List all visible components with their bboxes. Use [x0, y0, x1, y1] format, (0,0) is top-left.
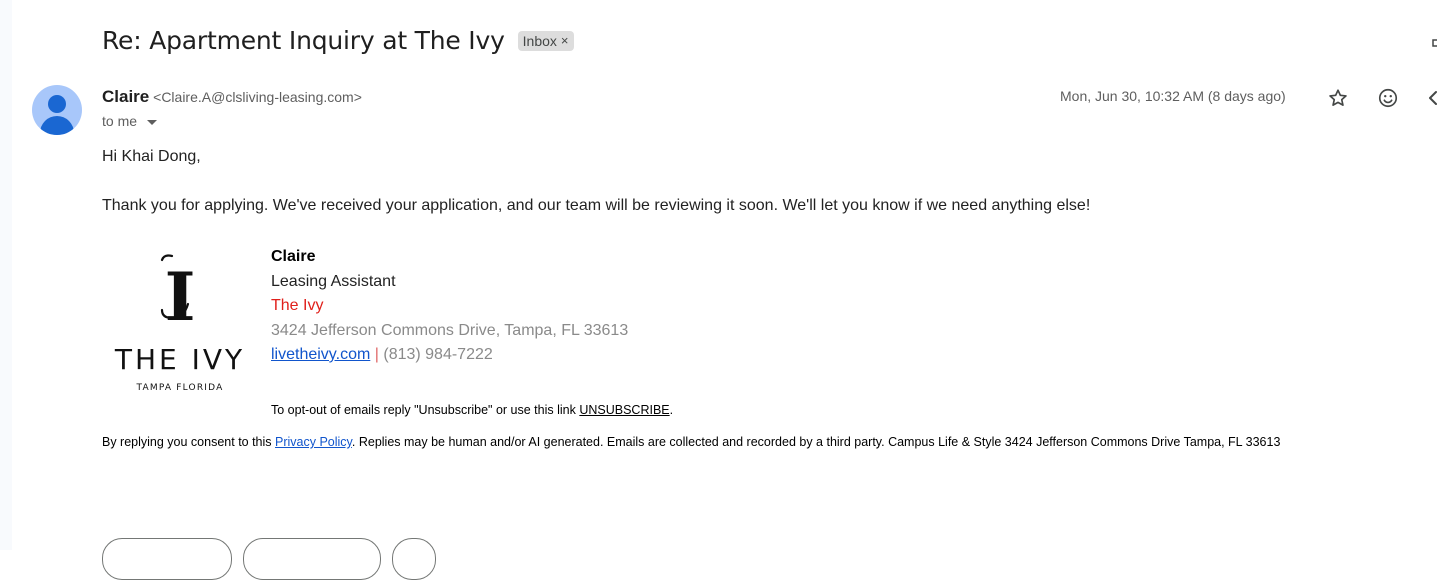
logo-main-text: THE IVY	[114, 343, 245, 376]
sender-row: Claire <Claire.A@clsliving-leasing.com>	[102, 87, 362, 107]
signature-name: Claire	[271, 248, 316, 265]
reply-icon[interactable]	[1428, 88, 1437, 108]
avatar-shoulders	[40, 116, 74, 135]
optout-notice: To opt-out of emails reply "Unsubscribe"…	[271, 403, 673, 417]
email-subject: Re: Apartment Inquiry at The Ivy	[102, 26, 505, 55]
reply-button[interactable]	[102, 538, 232, 580]
forward-button[interactable]	[243, 538, 381, 580]
optout-suffix: .	[669, 403, 674, 417]
inbox-label-text: Inbox	[522, 32, 557, 49]
star-button[interactable]	[1324, 84, 1352, 112]
email-paragraph: Thank you for applying. We've received y…	[102, 197, 1091, 214]
recipients-text: to me	[102, 113, 138, 129]
avatar-head	[48, 95, 66, 113]
left-rail	[0, 0, 12, 550]
consent-suffix: . Replies may be human and/or AI generat…	[351, 435, 1281, 449]
email-greeting: Hi Khai Dong,	[102, 148, 201, 165]
privacy-policy-link[interactable]: Privacy Policy	[275, 435, 352, 449]
contact-separator: |	[374, 346, 379, 363]
signature-contact: livetheivy.com | (813) 984-7222	[271, 343, 628, 368]
logo-monogram: I	[165, 258, 196, 336]
email-signature: Claire Leasing Assistant The Ivy 3424 Je…	[271, 245, 628, 368]
chevron-down-icon[interactable]	[147, 119, 158, 125]
inbox-label-chip[interactable]: Inbox ×	[517, 30, 574, 51]
signature-company: The Ivy	[271, 297, 324, 314]
email-date: Mon, Jun 30, 10:32 AM (8 days ago)	[1060, 88, 1286, 104]
sender-email: <Claire.A@clsliving-leasing.com>	[153, 89, 362, 105]
consent-text: By replying you consent to this	[102, 435, 276, 449]
logo-sub-text: TAMPA FLORIDA	[136, 383, 224, 393]
the-ivy-logo: I THE IVY TAMPA FLORIDA	[114, 254, 245, 393]
signature-title: Leasing Assistant	[271, 272, 396, 290]
subject-row: Re: Apartment Inquiry at The Ivy Inbox ×	[102, 26, 574, 55]
website-link[interactable]: livetheivy.com	[271, 346, 370, 363]
signature-phone: (813) 984-7222	[383, 346, 493, 363]
signature-address: 3424 Jefferson Commons Drive, Tampa, FL …	[271, 321, 629, 339]
unsubscribe-link[interactable]: UNSUBSCRIBE	[579, 403, 669, 417]
avatar-icon[interactable]	[32, 85, 82, 135]
sender-name[interactable]: Claire	[102, 87, 149, 106]
star-icon	[1329, 89, 1347, 106]
consent-notice: By replying you consent to this Privacy …	[102, 435, 1280, 449]
emoji-reaction-button[interactable]	[1374, 84, 1402, 112]
emoji-reaction-pill[interactable]	[392, 538, 436, 580]
remove-label-icon[interactable]: ×	[561, 33, 569, 48]
recipients-row[interactable]: to me	[102, 113, 158, 129]
optout-text: To opt-out of emails reply "Unsubscribe"…	[271, 403, 580, 417]
emoji-icon	[1378, 88, 1398, 108]
print-icon[interactable]	[1431, 36, 1437, 50]
